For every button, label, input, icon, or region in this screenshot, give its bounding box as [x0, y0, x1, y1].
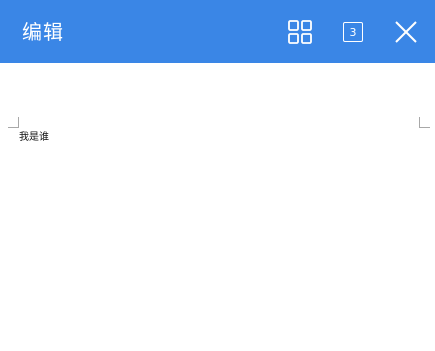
page-count-button[interactable]: 3	[336, 15, 370, 49]
page-count-icon: 3	[343, 22, 363, 42]
margin-corner-left	[8, 117, 19, 128]
top-bar: 编辑 3	[0, 0, 435, 63]
margin-corner-right	[419, 117, 430, 128]
page-title: 编辑	[22, 20, 64, 44]
grid-view-button[interactable]	[283, 15, 317, 49]
close-icon	[395, 21, 417, 43]
close-button[interactable]	[389, 15, 423, 49]
page-count-label: 3	[349, 25, 357, 39]
grid-icon	[288, 20, 312, 44]
document-text[interactable]: 我是谁	[19, 131, 49, 145]
